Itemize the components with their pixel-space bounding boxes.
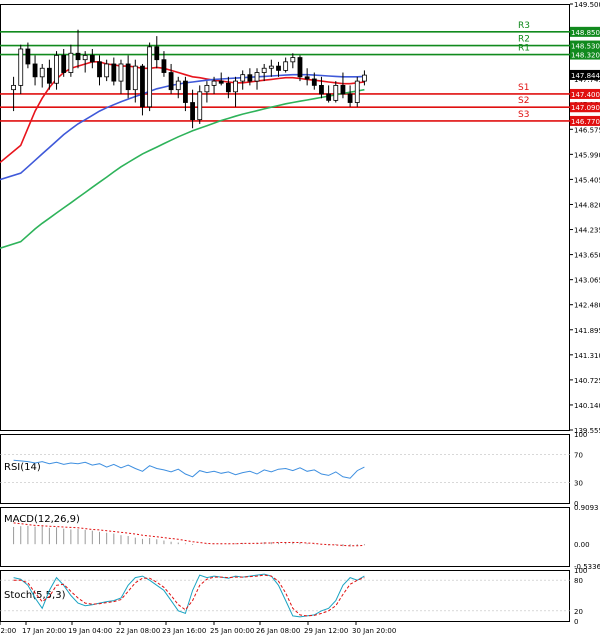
candle-body-down [140, 65, 145, 108]
candle-body-up [104, 63, 110, 78]
candle-body-up [240, 74, 246, 82]
candle-body-up [68, 52, 74, 73]
candle-body-down [190, 102, 195, 121]
time-tick-label: 30 Jan 20:00 [352, 627, 396, 635]
candle-body-up [132, 65, 138, 91]
candle-body-down [75, 52, 81, 61]
candle-body-up [147, 46, 153, 108]
candle-body-down [125, 63, 131, 91]
price-tick-label: 144.820 [574, 201, 600, 209]
time-tick-label: 25 Jan 00:00 [210, 627, 254, 635]
time-tick-label: 26 Jan 08:00 [256, 627, 300, 635]
candle-body-up [268, 65, 274, 69]
price-tick-label: 141.310 [574, 352, 600, 360]
rsi-title: RSI(14) [4, 462, 41, 473]
time-tick-label: 22:00 [0, 627, 16, 635]
candle-body-up [254, 72, 260, 82]
macd-tick-label: 0.00 [574, 541, 590, 549]
candle-body-up [283, 61, 289, 71]
pivot-label-s2: S2 [518, 96, 529, 106]
candle-body-down [61, 55, 67, 73]
candle-body-down [304, 76, 310, 80]
stoch-tick-label: 80 [574, 577, 583, 585]
candle-body-down [183, 80, 188, 103]
candle-body-up [18, 48, 24, 86]
candle-body-up [204, 84, 210, 93]
price-tick-label: 140.725 [574, 377, 600, 385]
candle-body-down [89, 55, 95, 63]
candle-body-up [354, 80, 360, 103]
candle-body-up [39, 67, 45, 78]
candle-body-down [154, 46, 160, 61]
pivot-price-label-r1: 148.320 [571, 52, 600, 60]
pivot-label-r1: R1 [518, 44, 530, 54]
time-tick-label: 22 Jan 08:00 [116, 627, 160, 635]
candle-body-up [211, 80, 217, 86]
candle-body-down [97, 61, 102, 78]
candle-body-down [161, 59, 167, 73]
candle-body-down [111, 63, 117, 82]
candle-body-up [197, 91, 203, 121]
time-tick-label: 29 Jan 12:00 [304, 627, 348, 635]
candle-body-down [319, 84, 324, 95]
candle-body-down [225, 82, 231, 93]
candle-body-down [168, 72, 174, 91]
time-tick-label: 23 Jan 16:00 [162, 627, 206, 635]
pivot-price-label-r3: 148.850 [571, 29, 600, 37]
pivot-price-label-s2: 147.090 [571, 104, 600, 112]
time-tick-label: 19 Jan 04:00 [68, 627, 112, 635]
pivot-price-label-s1: 147.400 [571, 91, 600, 99]
price-tick-label: 144.235 [574, 227, 600, 235]
price-tick-label: 143.650 [574, 252, 600, 260]
time-tick-label: 17 Jan 20:00 [22, 627, 66, 635]
macd-tick-label: 0.9093 [574, 504, 599, 512]
candle-body-up [11, 84, 16, 91]
pivot-label-r3: R3 [518, 21, 530, 31]
candle-body-up [261, 67, 267, 73]
rsi-tick-label: 100 [574, 431, 587, 439]
forex-chart: 149.500148.915148.330147.745147.160146.5… [0, 0, 600, 638]
price-tick-label: 140.140 [574, 402, 600, 410]
candle-body-up [54, 55, 59, 84]
price-tick-label: 141.895 [574, 327, 600, 335]
stoch-title: Stoch(5,5,3) [4, 590, 66, 601]
stoch-tick-label: 0 [574, 618, 578, 626]
pivot-price-label-s3: 146.770 [571, 118, 600, 126]
price-tick-label: 149.500 [574, 1, 600, 9]
candle-body-down [276, 65, 281, 71]
price-tick-label: 143.065 [574, 277, 600, 285]
candle-body-down [326, 93, 332, 101]
price-tick-label: 142.480 [574, 302, 600, 310]
candle-body-up [82, 55, 88, 61]
candle-body-down [25, 48, 31, 65]
chart-background [0, 0, 600, 638]
stoch-tick-label: 20 [574, 608, 583, 616]
candle-body-down [340, 84, 346, 95]
candle-body-up [175, 80, 181, 91]
current-price-label: 147.844 [571, 72, 600, 80]
pivot-price-label-r2: 148.530 [571, 43, 600, 51]
candle-body-up [118, 63, 124, 82]
price-tick-label: 145.990 [574, 151, 600, 159]
candle-body-down [32, 63, 38, 78]
pivot-label-s1: S1 [518, 83, 529, 93]
pivot-label-s3: S3 [518, 110, 529, 120]
candle-body-down [311, 78, 317, 86]
stoch-tick-label: 100 [574, 567, 587, 575]
rsi-tick-label: 70 [574, 452, 583, 460]
candle-body-down [247, 74, 253, 82]
candle-body-up [233, 80, 238, 93]
candle-body-down [218, 80, 224, 84]
price-tick-label: 145.405 [574, 176, 600, 184]
rsi-tick-label: 30 [574, 479, 583, 487]
candle-body-down [297, 57, 303, 78]
candle-body-up [362, 74, 367, 82]
candle-body-down [347, 93, 353, 103]
candle-body-down [46, 67, 52, 84]
candle-body-up [333, 84, 339, 101]
price-tick-label: 146.575 [574, 126, 600, 134]
candle-body-up [290, 57, 296, 63]
